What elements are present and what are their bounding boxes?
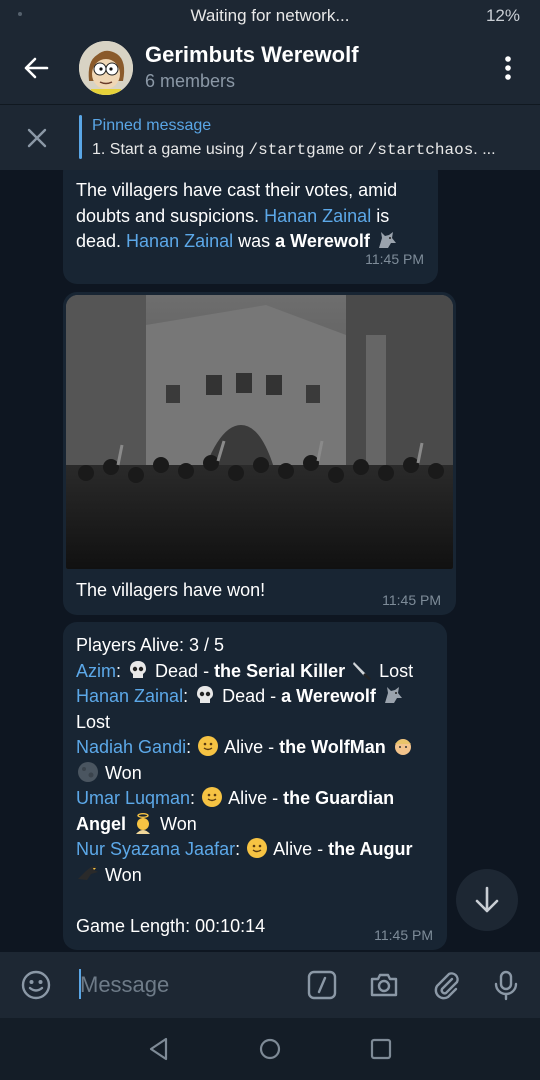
skull-icon [130,660,147,678]
bot-command-icon[interactable] [306,969,338,1001]
message-bubble[interactable]: The villagers have cast their votes, ami… [63,170,438,284]
network-status: Waiting for network... [190,6,350,25]
wolf-icon [384,687,402,703]
microphone-icon[interactable] [490,969,522,1001]
system-nav-bar [0,1018,540,1080]
member-count: 6 members [145,71,236,91]
pinned-accent-bar [79,115,82,159]
player-entry: Nadiah Gandi: Alive - the WolfMan Won [76,735,438,786]
mention-link[interactable]: Hanan Zainal [264,206,371,226]
smile-icon [202,787,223,807]
mention-link[interactable]: Nadiah Gandi [76,737,186,757]
mention-link[interactable]: Umar Luqman [76,788,190,808]
pinned-label: Pinned message [92,117,212,134]
player-entry: Nur Syazana Jaafar: Alive - the Augur Wo… [76,838,413,885]
mention-link[interactable]: Hanan Zainal [126,231,233,251]
more-options-icon[interactable] [496,54,520,82]
mention-link[interactable]: Nur Syazana Jaafar [76,839,235,859]
message-list[interactable]: The villagers have cast their votes, ami… [0,170,540,952]
attach-icon[interactable] [430,969,462,1001]
smile-icon [198,736,219,756]
pinned-message-bar[interactable]: Pinned message 1. Start a game using /st… [0,104,540,170]
angel-icon [136,812,151,834]
group-avatar[interactable] [79,41,133,95]
message-text: Players Alive: 3 / 5 Azim: Dead - the Se… [76,633,438,939]
eagle-icon [78,865,98,880]
man-icon [394,739,411,755]
battery-level: 12% [485,6,520,25]
message-time: 11:45 PM [374,927,433,943]
player-entry: Hanan Zainal: Dead - a Werewolf Lost [76,684,438,735]
wolf-icon [378,232,396,248]
gif-image[interactable] [66,295,453,569]
chat-title[interactable]: Gerimbuts Werewolf [145,42,359,68]
emoji-icon[interactable] [20,969,52,1001]
player-entry: Umar Luqman: Alive - the Guardian Angel … [76,787,395,834]
mention-link[interactable]: Hanan Zainal [76,686,183,706]
nav-recents-icon[interactable] [368,1036,394,1062]
message-bubble[interactable]: Players Alive: 3 / 5 Azim: Dead - the Se… [63,622,447,950]
knife-icon [353,661,372,680]
camera-icon[interactable] [368,969,400,1001]
skull-icon [197,686,214,703]
back-arrow-icon[interactable] [18,50,54,86]
mention-link[interactable]: Azim [76,661,116,681]
nav-home-icon[interactable] [257,1036,283,1062]
message-input-bar: Message [0,952,540,1018]
media-caption: The villagers have won! [76,580,266,600]
message-time: 11:45 PM [382,592,441,608]
status-bar: Waiting for network... 12% [0,0,540,32]
new-moon-icon [78,761,98,782]
close-icon[interactable] [24,125,50,151]
nav-back-icon[interactable] [146,1036,172,1062]
message-time: 11:45 PM [365,251,424,267]
pinned-text: 1. Start a game using /startgame or /sta… [92,141,496,159]
smile-icon [247,838,268,858]
player-entry: Azim: Dead - the Serial Killer Lost [76,660,414,681]
scroll-down-button[interactable] [456,869,518,931]
chat-header: Gerimbuts Werewolf 6 members [0,32,540,104]
media-message-bubble[interactable]: The villagers have won! 11:45 PM [63,292,456,615]
players-alive: Players Alive: 3 / 5 [76,635,225,655]
message-text: The villagers have cast their votes, ami… [76,180,398,251]
message-input[interactable]: Message [80,972,169,998]
arrow-down-icon [475,886,499,913]
